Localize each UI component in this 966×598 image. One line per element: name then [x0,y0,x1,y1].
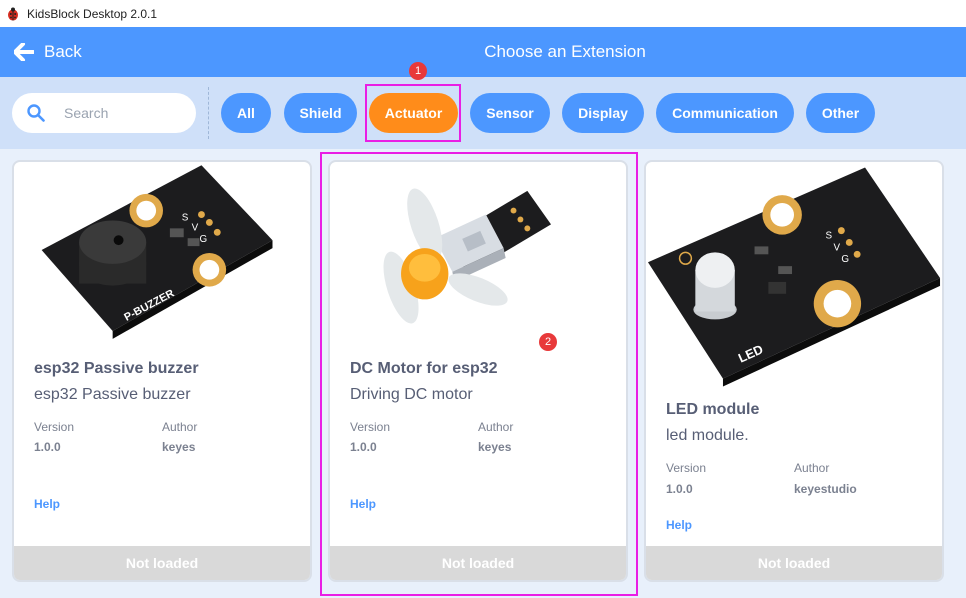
card-description: Driving DC motor [350,386,473,403]
search-input[interactable] [62,104,176,122]
card-name: LED module [666,401,760,418]
svg-text:S: S [826,231,833,242]
card-description: led module. [666,427,749,444]
author-label: Author [162,420,198,434]
extension-card-led-module[interactable]: S V G LED LED module led module. Version… [644,160,944,582]
status-bar: Not loaded [330,546,626,580]
dc-motor-image [383,188,552,324]
extension-card-dc-motor[interactable]: DC Motor for esp32 Driving DC motor Vers… [328,160,628,582]
header-bar: Back Choose an Extension [0,27,966,77]
help-link[interactable]: Help [34,497,60,511]
led-module-image: S V G LED [647,167,941,387]
filter-bar: All Shield Actuator Sensor Display Commu… [0,77,966,149]
page-title: Choose an Extension [484,42,646,61]
version-value: 1.0.0 [34,440,61,454]
status-bar: Not loaded [646,546,942,580]
help-link[interactable]: Help [350,497,376,511]
search-box[interactable] [12,93,196,133]
author-value: keyes [478,440,512,454]
tag-shield[interactable]: Shield [284,93,357,133]
help-link[interactable]: Help [666,518,692,532]
svg-text:G: G [199,234,207,245]
tag-other[interactable]: Other [806,93,875,133]
card-description: esp32 Passive buzzer [34,386,191,403]
version-value: 1.0.0 [350,440,377,454]
svg-text:G: G [841,254,849,265]
tag-sensor[interactable]: Sensor [470,93,550,133]
card-name: esp32 Passive buzzer [34,360,199,377]
status-bar: Not loaded [14,546,310,580]
search-icon [27,104,45,122]
annotation-badge-1: 1 [409,62,427,80]
ladybug-app-icon [8,7,18,20]
extension-card-passive-buzzer[interactable]: S V G P-BUZZER esp32 Passive buzzer esp3… [12,160,312,582]
tag-all[interactable]: All [221,93,271,133]
svg-text:V: V [192,222,199,233]
author-label: Author [478,420,514,434]
version-label: Version [666,461,707,475]
tag-actuator[interactable]: Actuator [369,93,458,133]
version-label: Version [34,420,75,434]
version-value: 1.0.0 [666,482,693,496]
filter-divider [208,87,209,139]
annotation-badge-2: 2 [539,333,557,351]
card-name: DC Motor for esp32 [350,360,498,377]
version-label: Version [350,420,391,434]
buzzer-module-image: S V G P-BUZZER [41,165,273,339]
author-value: keyes [162,440,196,454]
tag-communication[interactable]: Communication [656,93,794,133]
svg-text:V: V [833,242,840,253]
svg-text:S: S [182,212,189,223]
tag-display[interactable]: Display [562,93,644,133]
window-title: KidsBlock Desktop 2.0.1 [27,6,158,21]
author-label: Author [794,461,830,475]
author-value: keyestudio [794,482,857,496]
window-titlebar: KidsBlock Desktop 2.0.1 [0,0,966,27]
